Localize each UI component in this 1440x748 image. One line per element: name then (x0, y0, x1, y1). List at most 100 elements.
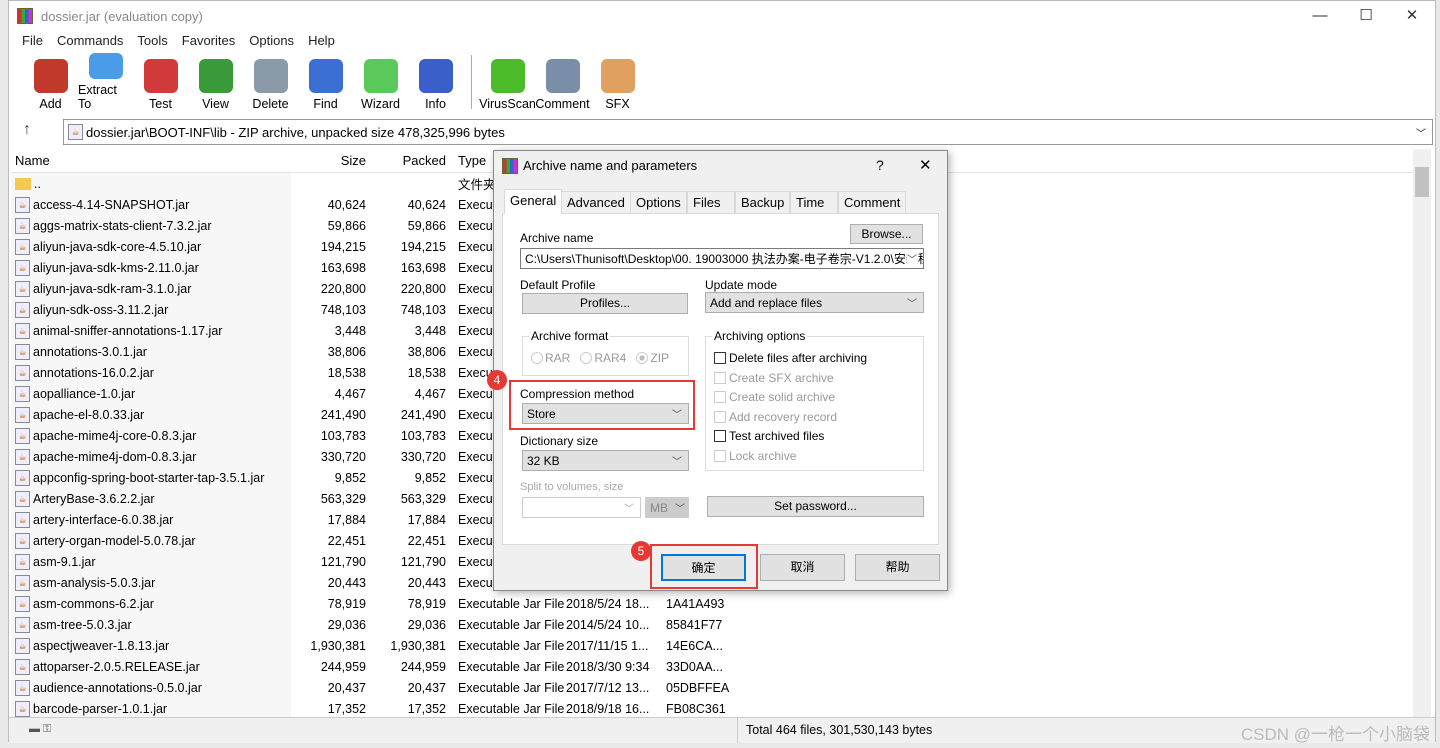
minimize-button[interactable]: — (1297, 1, 1343, 31)
file-type: Executable Jar File (458, 638, 565, 653)
menu-tools[interactable]: Tools (130, 31, 174, 51)
java-file-icon: ☕ (15, 196, 30, 213)
file-row[interactable]: ☕ attoparser-2.0.5.RELEASE.jar 244,959 24… (11, 656, 1413, 677)
tab-time[interactable]: Time (790, 191, 838, 213)
help-icon[interactable]: ? (876, 157, 884, 173)
option-create-solid-archive-checkbox[interactable]: Create solid archive (714, 390, 835, 404)
option-add-recovery-record-checkbox[interactable]: Add recovery record (714, 410, 837, 424)
option-delete-files-after-archiving-checkbox[interactable]: Delete files after archiving (714, 351, 867, 365)
file-packed: 3,448 (414, 323, 446, 338)
option-test-archived-files-checkbox[interactable]: Test archived files (714, 429, 824, 443)
split-volumes-input[interactable]: ﹀ (522, 497, 641, 518)
magic-wand-icon (363, 59, 398, 93)
file-packed: 103,783 (400, 428, 446, 443)
column-name[interactable]: Name (11, 149, 291, 172)
close-button[interactable]: ✕ (1389, 1, 1435, 31)
help-button[interactable]: 帮助 (855, 554, 940, 581)
menu-options[interactable]: Options (242, 31, 301, 51)
file-row[interactable]: ☕ asm-tree-5.0.3.jar 29,036 29,036 Execut… (11, 614, 1413, 635)
file-crc: 05DBFFEA (666, 680, 730, 695)
address-text: dossier.jar\BOOT-INF\lib - ZIP archive, … (86, 124, 505, 140)
file-name: aliyun-java-sdk-kms-2.11.0.jar (33, 260, 199, 275)
menu-favorites[interactable]: Favorites (175, 31, 242, 51)
address-bar[interactable]: ☕ dossier.jar\BOOT-INF\lib - ZIP archive… (63, 119, 1433, 145)
toolbar-virusscan-button[interactable]: VirusScan (479, 53, 536, 111)
extract-folder-icon (88, 53, 123, 79)
file-name: ArteryBase-3.6.2.2.jar (33, 491, 155, 506)
toolbar-label: VirusScan (479, 97, 536, 111)
chevron-down-icon[interactable]: ﹀ (1416, 125, 1426, 140)
dialog-close-button[interactable]: ✕ (919, 156, 932, 174)
toolbar-comment-button[interactable]: Comment (535, 53, 590, 111)
cancel-button[interactable]: 取消 (760, 554, 845, 581)
set-password-button[interactable]: Set password... (707, 496, 924, 517)
menu-file[interactable]: File (15, 31, 50, 51)
file-name: annotations-16.0.2.jar (33, 365, 154, 380)
archiving-options-group: Archiving options Delete files after arc… (705, 329, 924, 471)
toolbar-test-button[interactable]: Test (133, 53, 188, 111)
menu-help[interactable]: Help (301, 31, 342, 51)
file-packed: 241,490 (400, 407, 446, 422)
file-packed: 20,437 (407, 680, 446, 695)
column-size[interactable]: Size (291, 153, 366, 168)
toolbar-find-button[interactable]: Find (298, 53, 353, 111)
file-modified: 2018/5/24 18... (566, 596, 650, 611)
java-file-icon: ☕ (15, 427, 30, 444)
tab-general[interactable]: General (504, 189, 563, 214)
maximize-button[interactable]: ☐ (1343, 1, 1389, 31)
update-mode-select[interactable]: Add and replace files ﹀ (705, 292, 924, 313)
option-lock-archive-checkbox[interactable]: Lock archive (714, 449, 796, 463)
format-radio-rar4[interactable]: RAR4 (580, 351, 626, 365)
file-row[interactable]: ☕ aspectjweaver-1.8.13.jar 1,930,381 1,93… (11, 635, 1413, 656)
format-radio-zip[interactable]: ZIP (636, 351, 669, 365)
tab-options[interactable]: Options (630, 191, 687, 213)
file-name: annotations-3.0.1.jar (33, 344, 147, 359)
format-label: ZIP (650, 351, 670, 365)
java-file-icon: ☕ (15, 700, 30, 717)
tab-comment[interactable]: Comment (838, 191, 907, 213)
file-packed: 40,624 (407, 197, 446, 212)
file-row[interactable]: ☕ barcode-parser-1.0.1.jar 17,352 17,352 … (11, 698, 1413, 717)
dictionary-size-select[interactable]: 32 KB ﹀ (522, 450, 689, 471)
book-icon (198, 59, 233, 93)
scrollbar-thumb[interactable] (1415, 167, 1429, 197)
file-row[interactable]: ☕ audience-annotations-0.5.0.jar 20,437 2… (11, 677, 1413, 698)
toolbar-delete-button[interactable]: Delete (243, 53, 298, 111)
up-arrow-icon[interactable]: ↑ (23, 121, 31, 139)
toolbar-sfx-button[interactable]: SFX (590, 53, 645, 111)
file-name: asm-9.1.jar (33, 554, 96, 569)
toolbar-view-button[interactable]: View (188, 53, 243, 111)
browse-button[interactable]: Browse... (850, 224, 923, 244)
format-radio-rar[interactable]: RAR (531, 351, 570, 365)
file-packed: 121,790 (400, 554, 446, 569)
option-create-sfx-archive-checkbox[interactable]: Create SFX archive (714, 371, 834, 385)
tab-backup[interactable]: Backup (735, 191, 791, 213)
split-unit-select[interactable]: MB ﹀ (645, 497, 689, 518)
file-size: 40,624 (327, 197, 366, 212)
java-file-icon: ☕ (15, 616, 30, 633)
java-file-icon: ☕ (15, 448, 30, 465)
file-size: 22,451 (327, 533, 366, 548)
vertical-scrollbar[interactable] (1413, 149, 1431, 717)
toolbar-label: Extract To (78, 83, 117, 111)
file-packed: 78,919 (407, 596, 446, 611)
tab-files[interactable]: Files (687, 191, 735, 213)
toolbar-label: Test (149, 97, 172, 111)
file-name: apache-mime4j-core-0.8.3.jar (33, 428, 197, 443)
file-row[interactable]: ☕ asm-commons-6.2.jar 78,919 78,919 Execu… (11, 593, 1413, 614)
profiles-button[interactable]: Profiles... (522, 293, 688, 314)
file-modified: 2017/11/15 1... (566, 638, 649, 653)
archive-name-combo[interactable]: C:\Users\Thunisoft\Desktop\00. 19003000 … (520, 248, 924, 269)
toolbar-wizard-button[interactable]: Wizard (353, 53, 408, 111)
java-file-icon: ☕ (15, 280, 30, 297)
tab-advanced[interactable]: Advanced (561, 191, 631, 213)
toolbar-label: Info (425, 97, 446, 111)
toolbar-info-button[interactable]: Info (408, 53, 463, 111)
toolbar-extract-to-button[interactable]: Extract To (78, 53, 133, 111)
file-type: Executable Jar File (458, 659, 565, 674)
file-size: 563,329 (320, 491, 366, 506)
update-mode-value: Add and replace files (710, 295, 823, 310)
menu-commands[interactable]: Commands (50, 31, 130, 51)
column-packed[interactable]: Packed (366, 153, 446, 168)
toolbar-add-button[interactable]: Add (23, 53, 78, 111)
